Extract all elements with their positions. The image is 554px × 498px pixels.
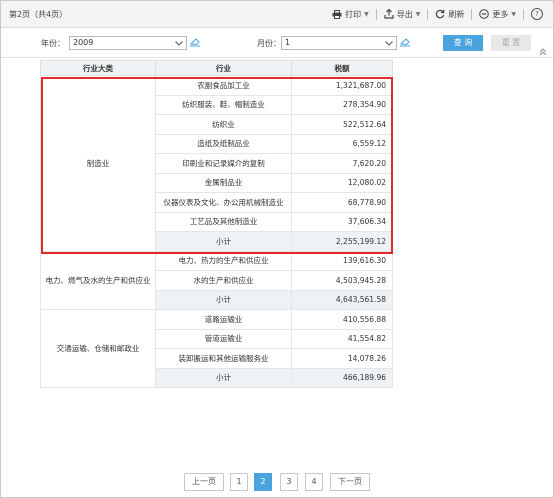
- industry-cell: 金属制品业: [155, 172, 292, 193]
- table-row: 电力、燃气及水的生产和供应业 电力、热力的生产和供应业 139,616.30: [40, 250, 393, 310]
- chevron-down-icon: [175, 41, 183, 46]
- export-label: 导出: [396, 9, 413, 19]
- toolbar-divider: [523, 8, 524, 20]
- help-button[interactable]: ?: [527, 8, 547, 20]
- query-button[interactable]: 查 询: [443, 35, 483, 51]
- industry-cell: 管道运输业: [155, 328, 292, 349]
- table-header-row: 行业大类 行业 税额: [40, 60, 393, 76]
- column-header: 行业: [155, 60, 292, 76]
- page-3-button[interactable]: 3: [280, 473, 298, 491]
- month-value: 1: [285, 38, 291, 47]
- toolbar-divider: [471, 8, 473, 20]
- year-label: 年份：: [41, 39, 65, 48]
- chevron-down-icon: ▼: [364, 10, 369, 18]
- chevron-down-icon: ▼: [511, 10, 516, 18]
- tax-cell: 4,503,945.28: [291, 270, 393, 291]
- tax-cell: 37,606.34: [291, 211, 393, 232]
- report-toolbar: 第2页（共4页） 打印 ▼ 导出 ▼ 刷新 更多 ▼ ?: [1, 1, 553, 28]
- subtotal-label: 小计: [155, 289, 292, 310]
- industry-cell: 水的生产和供应业: [155, 270, 292, 291]
- column-header: 行业大类: [40, 60, 156, 76]
- tax-cell: 139,616.30: [291, 250, 393, 271]
- filter-bar: 年份： 2009 月份： 1 查 询 重 置: [1, 28, 553, 56]
- prev-page-button[interactable]: 上一页: [184, 473, 224, 491]
- page-info: 第2页（共4页）: [9, 10, 68, 19]
- print-button[interactable]: 打印 ▼: [328, 9, 373, 20]
- pagination: 上一页 1 2 3 4 下一页: [0, 473, 554, 491]
- clear-year-icon[interactable]: [189, 37, 201, 47]
- subtotal-value: 4,643,561.58: [291, 289, 393, 310]
- more-label: 更多: [492, 9, 509, 19]
- tax-cell: 7,620.20: [291, 153, 393, 174]
- tax-cell: 14,078.26: [291, 348, 393, 369]
- year-value: 2009: [73, 38, 94, 47]
- page-1-button[interactable]: 1: [230, 473, 248, 491]
- clear-month-icon[interactable]: [399, 37, 411, 47]
- month-select[interactable]: 1: [281, 36, 397, 50]
- export-button[interactable]: 导出 ▼: [380, 9, 425, 20]
- category-cell: 电力、燃气及水的生产和供应业: [40, 250, 156, 310]
- tax-cell: 6,559.12: [291, 133, 393, 154]
- industry-cell: 道路运输业: [155, 309, 292, 330]
- page-2-button[interactable]: 2: [254, 473, 272, 491]
- chevron-down-icon: [385, 41, 393, 46]
- tax-cell: 278,354.90: [291, 94, 393, 115]
- industry-cell: 装卸搬运和其他运输服务业: [155, 348, 292, 369]
- print-label: 打印: [345, 9, 362, 19]
- next-page-button[interactable]: 下一页: [330, 473, 370, 491]
- page-4-button[interactable]: 4: [305, 473, 323, 491]
- minus-circle-icon: [479, 9, 490, 19]
- chevron-down-icon: ▼: [415, 10, 421, 18]
- subtotal-value: 2,255,199.12: [291, 231, 393, 252]
- year-select[interactable]: 2009: [69, 36, 187, 50]
- more-button[interactable]: 更多 ▼: [475, 9, 520, 20]
- tax-cell: 522,512.64: [291, 114, 393, 135]
- toolbar-divider: [375, 8, 377, 20]
- column-header: 税额: [291, 60, 393, 76]
- reset-button[interactable]: 重 置: [491, 35, 531, 51]
- toolbar-actions: 打印 ▼ 导出 ▼ 刷新 更多 ▼ ?: [328, 7, 547, 21]
- refresh-label: 刷新: [448, 9, 465, 19]
- export-icon: [384, 9, 394, 19]
- tax-cell: 1,321,687.00: [291, 75, 393, 96]
- tax-cell: 41,554.82: [291, 328, 393, 349]
- tax-cell: 410,556.88: [291, 309, 393, 330]
- subtotal-value: 466,189.96: [291, 367, 393, 388]
- subtotal-label: 小计: [155, 231, 292, 252]
- month-label: 月份：: [257, 39, 281, 48]
- industry-cell: 电力、热力的生产和供应业: [155, 250, 292, 271]
- help-icon: ?: [531, 8, 543, 20]
- category-cell: 交通运输、仓储和邮政业: [40, 309, 156, 388]
- industry-cell: 仪器仪表及文化、办公用机械制造业: [155, 192, 292, 213]
- filter-divider: [1, 57, 553, 58]
- printer-icon: [332, 9, 342, 19]
- category-cell: 制造业: [40, 75, 156, 252]
- industry-cell: 印刷业和记录媒介的复制: [155, 153, 292, 174]
- collapse-up-icon[interactable]: [539, 48, 547, 56]
- table-row: 交通运输、仓储和邮政业 道路运输业 410,556.88: [40, 309, 393, 388]
- industry-cell: 工艺品及其他制造业: [155, 211, 292, 232]
- refresh-icon: [436, 9, 445, 19]
- tax-cell: 12,080.02: [291, 172, 393, 193]
- table-row: 制造业 农副食品加工业 1,321,687.00: [40, 75, 393, 252]
- refresh-button[interactable]: 刷新: [431, 9, 468, 20]
- subtotal-label: 小计: [155, 367, 292, 388]
- industry-cell: 造纸及纸制品业: [155, 133, 292, 154]
- industry-cell: 纺织业: [155, 114, 292, 135]
- tax-report-table: 行业大类 行业 税额 制造业 农副食品加工业 1,321,687.00 纺织服装…: [40, 60, 393, 388]
- toolbar-divider: [427, 8, 429, 20]
- industry-cell: 农副食品加工业: [155, 75, 292, 96]
- industry-cell: 纺织服装、鞋、帽制造业: [155, 94, 292, 115]
- tax-cell: 68,778.90: [291, 192, 393, 213]
